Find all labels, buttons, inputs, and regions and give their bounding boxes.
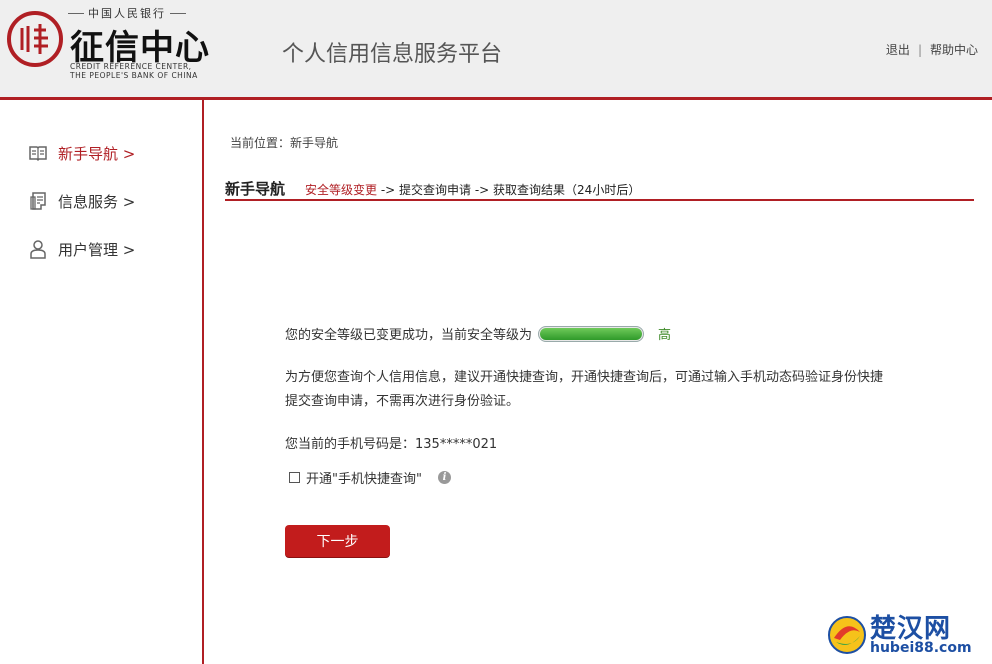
step-indicator: 安全等级变更 -> 提交查询申请 -> 获取查询结果（24小时后） [305,181,640,198]
remaining-steps: -> 提交查询申请 -> 获取查询结果（24小时后） [377,183,641,197]
next-step-button[interactable]: 下一步 [285,525,390,557]
watermark: 楚汉网 hubei88.com [826,608,990,662]
advice-text: 为方便您查询个人信用信息，建议开通快捷查询，开通快捷查询后，可通过输入手机动态码… [285,370,884,409]
guide-bar: 新手导航 安全等级变更 -> 提交查询申请 -> 获取查询结果（24小时后） [225,178,974,201]
watermark-logo-icon [828,616,866,654]
help-center-link[interactable]: 帮助中心 [930,43,978,57]
breadcrumb: 当前位置：新手导航 [230,136,339,150]
logo-english: CREDIT REFERENCE CENTER, THE PEOPLE'S BA… [70,62,198,80]
sidebar-item-label: 新手导航 > [58,144,136,163]
page-title: 新手导航 [225,180,286,198]
bank-name: 中国人民银行 [68,5,218,21]
platform-title: 个人信用信息服务平台 [282,42,503,67]
info-icon[interactable]: i [437,471,451,484]
top-links: 退出 | 帮助中心 [886,41,978,58]
link-separator: | [917,43,922,57]
quick-query-checkbox[interactable] [289,472,300,483]
credit-center-emblem-icon [7,11,63,67]
logout-link[interactable]: 退出 [886,43,910,57]
sidebar-item-user-management[interactable]: 用户管理 > [28,237,135,261]
security-level-fill [540,327,643,340]
book-icon [29,146,47,162]
header: 中国人民银行 征信中心 CREDIT REFERENCE CENTER, THE… [0,0,992,100]
security-level-bar [538,325,645,342]
sidebar-item-label: 用户管理 > [58,240,136,259]
watermark-en: hubei88.com [870,640,972,656]
sidebar-item-beginner-guide[interactable]: 新手导航 > [28,141,135,165]
document-icon [30,192,46,210]
security-level-message: 您的安全等级已变更成功，当前安全等级为 高 [285,324,671,343]
user-icon [30,240,46,259]
sidebar: 新手导航 > 信息服务 > 用户管理 > [0,100,204,664]
security-level-text: 高 [658,328,672,343]
current-step: 安全等级变更 [305,183,378,197]
phone-number-text: 您当前的手机号码是：135*****021 [285,437,498,452]
quick-query-option: 开通"手机快捷查询" i [289,468,451,487]
sidebar-item-info-service[interactable]: 信息服务 > [28,189,135,213]
sidebar-item-label: 信息服务 > [58,192,136,211]
quick-query-label[interactable]: 开通"手机快捷查询" [306,468,422,487]
